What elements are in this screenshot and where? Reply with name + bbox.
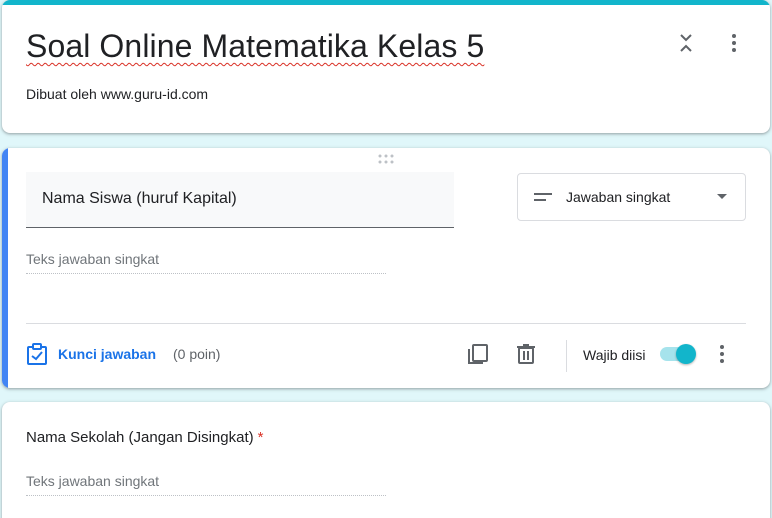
form-header-card: Soal Online Matematika Kelas 5 Dibuat ol… (2, 0, 770, 133)
more-vert-icon (720, 345, 724, 363)
footer-divider (26, 323, 746, 324)
footer-vertical-divider (566, 340, 567, 372)
question-card-active[interactable]: Nama Siswa (huruf Kapital) Jawaban singk… (2, 148, 770, 388)
form-description[interactable]: Dibuat oleh www.guru-id.com (26, 86, 208, 102)
duplicate-button[interactable] (462, 338, 494, 370)
required-label: Wajib diisi (583, 347, 646, 363)
form-title[interactable]: Soal Online Matematika Kelas 5 (26, 28, 484, 65)
short-answer-placeholder: Teks jawaban singkat (26, 251, 386, 274)
more-options-button[interactable] (718, 27, 750, 59)
trash-icon (517, 344, 535, 364)
answer-key-button[interactable]: Kunci jawaban (26, 343, 156, 365)
arrow-drop-down-icon (717, 194, 727, 199)
question-title: Nama Sekolah (Jangan Disingkat) * (26, 429, 263, 446)
short-text-icon (534, 193, 552, 201)
drag-handle-icon[interactable] (378, 154, 394, 164)
delete-button[interactable] (510, 338, 542, 370)
question-type-select[interactable]: Jawaban singkat (517, 173, 746, 221)
assignment-check-icon (27, 343, 47, 365)
collapse-icon (680, 34, 692, 52)
question-title-text: Nama Sekolah (Jangan Disingkat) (26, 429, 254, 446)
more-vert-icon (732, 34, 736, 52)
required-toggle[interactable] (660, 344, 696, 364)
copy-icon (468, 344, 488, 364)
points-value: (0 poin) (173, 346, 221, 362)
question-more-options-button[interactable] (706, 338, 738, 370)
active-question-indicator (2, 148, 8, 388)
toggle-thumb (676, 344, 696, 364)
required-asterisk: * (257, 429, 264, 446)
question-type-label: Jawaban singkat (566, 189, 671, 205)
answer-key-label: Kunci jawaban (58, 346, 157, 362)
question-title-input[interactable]: Nama Siswa (huruf Kapital) (26, 172, 454, 228)
short-answer-placeholder: Teks jawaban singkat (26, 473, 386, 496)
theme-accent-bar (2, 0, 770, 5)
collapse-button[interactable] (670, 27, 702, 59)
question-card[interactable]: Nama Sekolah (Jangan Disingkat) * Teks ja… (2, 402, 770, 518)
